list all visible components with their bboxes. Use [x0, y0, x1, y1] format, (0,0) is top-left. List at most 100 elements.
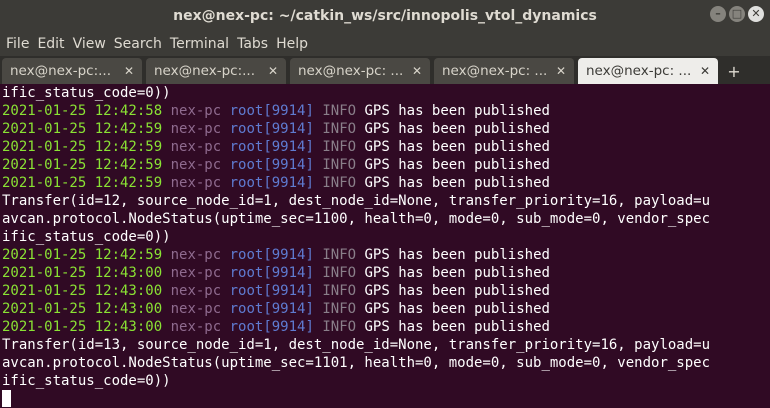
log-user: root[9914] — [229, 103, 314, 119]
terminal-line: Transfer(id=12, source_node_id=1, dest_n… — [2, 192, 770, 210]
terminal-line: 2021-01-25 12:42:59 nex-pc root[9914] IN… — [2, 156, 770, 174]
log-message: GPS has been published — [364, 139, 550, 155]
terminal-line: ific_status_code=0)) — [2, 228, 770, 246]
log-user: root[9914] — [229, 301, 314, 317]
terminal-line: 2021-01-25 12:42:59 nex-pc root[9914] IN… — [2, 120, 770, 138]
log-level: INFO — [322, 157, 357, 173]
tab-close-icon[interactable]: ✕ — [268, 64, 278, 78]
log-user: root[9914] — [229, 157, 314, 173]
close-icon[interactable]: ✕ — [748, 6, 764, 22]
output-text: ific_status_code=0)) — [2, 229, 171, 245]
terminal-line: ific_status_code=0)) — [2, 84, 770, 102]
terminal-line: 2021-01-25 12:42:58 nex-pc root[9914] IN… — [2, 102, 770, 120]
log-host: nex-pc — [170, 319, 222, 335]
tab-bar: nex@nex-pc:... ✕ nex@nex-pc:... ✕ nex@ne… — [0, 56, 770, 85]
log-user: root[9914] — [229, 319, 314, 335]
log-message: GPS has been published — [364, 157, 550, 173]
menu-file[interactable]: File — [6, 36, 37, 52]
log-user: root[9914] — [229, 139, 314, 155]
log-host: nex-pc — [170, 139, 222, 155]
log-host: nex-pc — [170, 283, 222, 299]
tab-close-icon[interactable]: ✕ — [412, 64, 422, 78]
log-level: INFO — [322, 301, 357, 317]
tab-label: nex@nex-pc:... — [154, 63, 256, 79]
menu-terminal[interactable]: Terminal — [170, 36, 237, 52]
terminal-line: 2021-01-25 12:43:00 nex-pc root[9914] IN… — [2, 318, 770, 336]
tab-close-icon[interactable]: ✕ — [700, 64, 710, 78]
log-timestamp: 2021-01-25 12:42:59 — [2, 247, 163, 263]
log-host: nex-pc — [170, 121, 222, 137]
log-level: INFO — [322, 283, 357, 299]
tab-3[interactable]: nex@nex-pc: ... ✕ — [290, 58, 430, 84]
tab-1[interactable]: nex@nex-pc:... ✕ — [2, 58, 142, 84]
tab-label: nex@nex-pc:... — [10, 63, 112, 79]
log-user: root[9914] — [229, 283, 314, 299]
tab-4[interactable]: nex@nex-pc: ... ✕ — [434, 58, 574, 84]
log-level: INFO — [322, 319, 357, 335]
log-timestamp: 2021-01-25 12:43:00 — [2, 301, 163, 317]
terminal-line: 2021-01-25 12:42:59 nex-pc root[9914] IN… — [2, 246, 770, 264]
output-text: ific_status_code=0)) — [2, 373, 171, 389]
log-message: GPS has been published — [364, 265, 550, 281]
title-bar[interactable]: nex@nex-pc: ~/catkin_ws/src/innopolis_vt… — [0, 0, 770, 31]
output-text: Transfer(id=13, source_node_id=1, dest_n… — [2, 337, 711, 353]
terminal-line: 2021-01-25 12:43:00 nex-pc root[9914] IN… — [2, 264, 770, 282]
log-user: root[9914] — [229, 175, 314, 191]
log-timestamp: 2021-01-25 12:42:58 — [2, 103, 163, 119]
log-message: GPS has been published — [364, 301, 550, 317]
menu-tabs[interactable]: Tabs — [237, 36, 276, 52]
log-level: INFO — [322, 139, 357, 155]
terminal-line: 2021-01-25 12:42:59 nex-pc root[9914] IN… — [2, 174, 770, 192]
menu-view[interactable]: View — [73, 36, 114, 52]
terminal-line: 2021-01-25 12:43:00 nex-pc root[9914] IN… — [2, 300, 770, 318]
log-host: nex-pc — [170, 175, 222, 191]
output-text: Transfer(id=12, source_node_id=1, dest_n… — [2, 193, 711, 209]
log-message: GPS has been published — [364, 247, 550, 263]
log-timestamp: 2021-01-25 12:42:59 — [2, 157, 163, 173]
terminal-line: Transfer(id=13, source_node_id=1, dest_n… — [2, 336, 770, 354]
new-tab-icon[interactable]: + — [722, 58, 746, 84]
window-controls: – □ ✕ — [710, 6, 764, 22]
terminal-output[interactable]: ific_status_code=0)) 2021-01-25 12:42:58 … — [0, 84, 770, 408]
tab-label: nex@nex-pc: ... — [442, 63, 548, 79]
prompt-line — [2, 390, 770, 408]
output-text: ific_status_code=0)) — [2, 85, 171, 101]
log-timestamp: 2021-01-25 12:42:59 — [2, 175, 163, 191]
maximize-icon[interactable]: □ — [729, 6, 745, 22]
terminal-line: avcan.protocol.NodeStatus(uptime_sec=110… — [2, 354, 770, 372]
log-message: GPS has been published — [364, 319, 550, 335]
minimize-icon[interactable]: – — [710, 6, 726, 22]
tab-2[interactable]: nex@nex-pc:... ✕ — [146, 58, 286, 84]
log-user: root[9914] — [229, 247, 314, 263]
menu-edit[interactable]: Edit — [37, 36, 72, 52]
log-host: nex-pc — [170, 247, 222, 263]
terminal-line: avcan.protocol.NodeStatus(uptime_sec=110… — [2, 210, 770, 228]
window-title: nex@nex-pc: ~/catkin_ws/src/innopolis_vt… — [173, 7, 597, 24]
log-timestamp: 2021-01-25 12:43:00 — [2, 283, 163, 299]
log-host: nex-pc — [170, 301, 222, 317]
log-level: INFO — [322, 247, 357, 263]
tab-5-active[interactable]: nex@nex-pc: ... ✕ — [578, 58, 718, 84]
log-host: nex-pc — [170, 103, 222, 119]
menu-help[interactable]: Help — [276, 36, 316, 52]
terminal-window: nex@nex-pc: ~/catkin_ws/src/innopolis_vt… — [0, 0, 770, 408]
tab-label: nex@nex-pc: ... — [298, 63, 404, 79]
log-message: GPS has been published — [364, 175, 550, 191]
log-timestamp: 2021-01-25 12:42:59 — [2, 121, 163, 137]
tab-close-icon[interactable]: ✕ — [556, 64, 566, 78]
menu-bar: File Edit View Search Terminal Tabs Help — [0, 31, 770, 56]
output-text: avcan.protocol.NodeStatus(uptime_sec=110… — [2, 211, 711, 227]
log-user: root[9914] — [229, 121, 314, 137]
log-message: GPS has been published — [364, 121, 550, 137]
text-cursor — [2, 390, 11, 407]
menu-search[interactable]: Search — [114, 36, 170, 52]
log-host: nex-pc — [170, 265, 222, 281]
tab-label: nex@nex-pc: ... — [586, 63, 692, 79]
tab-close-icon[interactable]: ✕ — [124, 64, 134, 78]
terminal-line: ific_status_code=0)) — [2, 372, 770, 390]
log-timestamp: 2021-01-25 12:43:00 — [2, 319, 163, 335]
log-level: INFO — [322, 121, 357, 137]
log-user: root[9914] — [229, 265, 314, 281]
log-timestamp: 2021-01-25 12:42:59 — [2, 139, 163, 155]
log-level: INFO — [322, 103, 357, 119]
